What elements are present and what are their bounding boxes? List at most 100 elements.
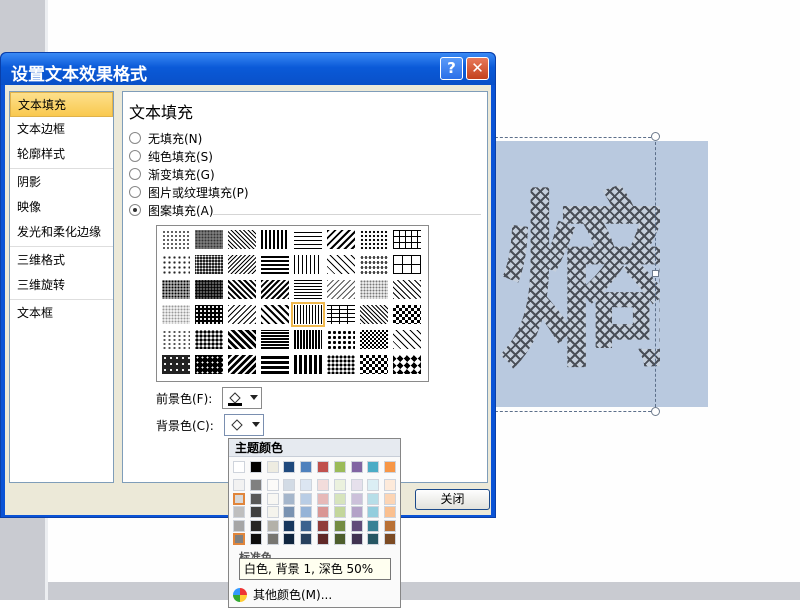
theme-color-shade-swatch[interactable] bbox=[300, 519, 313, 532]
option-no-fill[interactable]: 无填充(N) bbox=[129, 129, 202, 147]
theme-color-shade-swatch[interactable] bbox=[300, 479, 313, 491]
theme-color-shade-swatch[interactable] bbox=[317, 492, 329, 505]
nav-item-text-outline[interactable]: 文本边框 bbox=[10, 117, 113, 142]
pattern-swatch[interactable] bbox=[359, 229, 389, 250]
theme-color-shade-swatch[interactable] bbox=[233, 519, 245, 532]
pattern-swatch[interactable] bbox=[227, 329, 257, 350]
resize-handle-bottom-right[interactable] bbox=[651, 407, 660, 416]
theme-color-shade-swatch[interactable] bbox=[384, 492, 397, 505]
pattern-swatch[interactable] bbox=[359, 354, 389, 375]
nav-item-text-fill[interactable]: 文本填充 bbox=[10, 92, 113, 117]
pattern-swatch[interactable] bbox=[359, 329, 389, 350]
close-icon[interactable]: ✕ bbox=[466, 57, 489, 80]
theme-color-shade-swatch[interactable] bbox=[266, 479, 279, 491]
theme-color-shade-swatch[interactable] bbox=[249, 492, 262, 505]
theme-color-shade-swatch[interactable] bbox=[283, 492, 296, 505]
nav-item-reflection[interactable]: 映像 bbox=[10, 195, 113, 220]
theme-color-shade-swatch[interactable] bbox=[350, 479, 363, 491]
theme-color-shade-swatch[interactable] bbox=[300, 492, 313, 505]
theme-color-shade-swatch[interactable] bbox=[367, 479, 380, 491]
theme-color-shade-swatch[interactable] bbox=[283, 533, 296, 545]
dialog-titlebar[interactable]: 设置文本效果格式 ? ✕ bbox=[1, 53, 495, 85]
pattern-swatch[interactable] bbox=[326, 254, 356, 275]
theme-color-shade-swatch[interactable] bbox=[384, 506, 397, 518]
pattern-swatch[interactable] bbox=[260, 229, 290, 250]
pattern-swatch[interactable] bbox=[161, 304, 191, 325]
theme-color-shade-swatch[interactable] bbox=[233, 506, 245, 518]
nav-item-glow-soft-edges[interactable]: 发光和柔化边缘 bbox=[10, 220, 113, 245]
theme-color-shade-swatch[interactable] bbox=[283, 479, 296, 491]
theme-color-shade-swatch[interactable] bbox=[233, 479, 245, 491]
theme-color-swatch[interactable] bbox=[233, 461, 245, 473]
theme-color-shade-swatch[interactable] bbox=[333, 479, 346, 491]
theme-color-shade-swatch[interactable] bbox=[249, 479, 262, 491]
radio-icon[interactable] bbox=[129, 150, 141, 162]
theme-color-shade-swatch[interactable] bbox=[266, 519, 279, 532]
theme-color-shade-swatch[interactable] bbox=[350, 506, 363, 518]
theme-color-shade-swatch[interactable] bbox=[317, 519, 329, 532]
theme-color-shade-swatch[interactable] bbox=[300, 533, 313, 545]
pattern-swatch[interactable] bbox=[293, 279, 323, 300]
theme-color-shade-swatch[interactable] bbox=[333, 519, 346, 532]
nav-item-outline-style[interactable]: 轮廓样式 bbox=[10, 142, 113, 167]
pattern-swatch[interactable] bbox=[260, 304, 290, 325]
theme-color-shade-swatch[interactable] bbox=[384, 479, 397, 491]
theme-color-shade-swatch[interactable] bbox=[317, 506, 329, 518]
theme-color-shade-swatch[interactable] bbox=[317, 533, 329, 545]
pattern-swatch[interactable] bbox=[260, 329, 290, 350]
theme-color-shade-swatch[interactable] bbox=[266, 506, 279, 518]
pattern-swatch[interactable] bbox=[293, 229, 323, 250]
nav-item-3d-format[interactable]: 三维格式 bbox=[10, 248, 113, 273]
pattern-swatch[interactable] bbox=[161, 279, 191, 300]
pattern-swatch[interactable] bbox=[326, 354, 356, 375]
theme-color-swatch[interactable] bbox=[300, 461, 313, 473]
pattern-swatch[interactable] bbox=[260, 279, 290, 300]
pattern-swatch[interactable] bbox=[260, 254, 290, 275]
resize-handle-right[interactable] bbox=[652, 270, 659, 277]
pattern-swatch[interactable] bbox=[293, 329, 323, 350]
more-colors-item[interactable]: 其他颜色(M)... bbox=[229, 585, 400, 605]
theme-color-shade-swatch[interactable] bbox=[333, 492, 346, 505]
pattern-swatch[interactable] bbox=[227, 354, 257, 375]
radio-icon[interactable] bbox=[129, 132, 141, 144]
theme-color-swatch[interactable] bbox=[333, 461, 346, 473]
foreground-color-button[interactable] bbox=[222, 387, 263, 409]
theme-color-shade-swatch[interactable] bbox=[367, 506, 380, 518]
theme-color-shade-swatch[interactable] bbox=[350, 492, 363, 505]
nav-item-shadow[interactable]: 阴影 bbox=[10, 170, 113, 195]
theme-color-shade-swatch[interactable] bbox=[384, 519, 397, 532]
theme-color-shade-swatch[interactable] bbox=[233, 492, 245, 505]
theme-color-swatch[interactable] bbox=[249, 461, 262, 473]
pattern-swatch[interactable] bbox=[227, 229, 257, 250]
pattern-swatch[interactable] bbox=[293, 254, 323, 275]
theme-color-shade-swatch[interactable] bbox=[317, 479, 329, 491]
pattern-swatch[interactable] bbox=[161, 354, 191, 375]
pattern-swatch[interactable] bbox=[293, 354, 323, 375]
theme-color-shade-swatch[interactable] bbox=[249, 533, 262, 545]
pattern-swatch[interactable] bbox=[359, 279, 389, 300]
nav-item-3d-rotation[interactable]: 三维旋转 bbox=[10, 273, 113, 298]
background-color-button[interactable] bbox=[223, 414, 264, 436]
theme-color-swatch[interactable] bbox=[367, 461, 380, 473]
theme-color-shade-swatch[interactable] bbox=[266, 533, 279, 545]
nav-item-text-box[interactable]: 文本框 bbox=[10, 301, 113, 326]
theme-color-shade-swatch[interactable] bbox=[283, 519, 296, 532]
pattern-swatch[interactable] bbox=[326, 229, 356, 250]
theme-color-shade-swatch[interactable] bbox=[249, 506, 262, 518]
theme-color-shade-swatch[interactable] bbox=[350, 519, 363, 532]
pattern-swatch[interactable] bbox=[194, 254, 224, 275]
theme-color-swatch[interactable] bbox=[317, 461, 329, 473]
pattern-swatch[interactable] bbox=[392, 354, 422, 375]
close-button[interactable]: 关闭 bbox=[415, 489, 490, 510]
theme-color-shade-swatch[interactable] bbox=[367, 533, 380, 545]
pattern-swatch[interactable] bbox=[392, 254, 422, 275]
pattern-swatch[interactable] bbox=[194, 354, 224, 375]
pattern-swatch[interactable] bbox=[194, 329, 224, 350]
pattern-swatch[interactable] bbox=[359, 304, 389, 325]
resize-handle-top-right[interactable] bbox=[651, 132, 660, 141]
pattern-swatch[interactable] bbox=[161, 254, 191, 275]
pattern-swatch[interactable] bbox=[161, 229, 191, 250]
theme-color-shade-swatch[interactable] bbox=[283, 506, 296, 518]
pattern-swatch[interactable] bbox=[392, 279, 422, 300]
pattern-swatch[interactable] bbox=[227, 304, 257, 325]
